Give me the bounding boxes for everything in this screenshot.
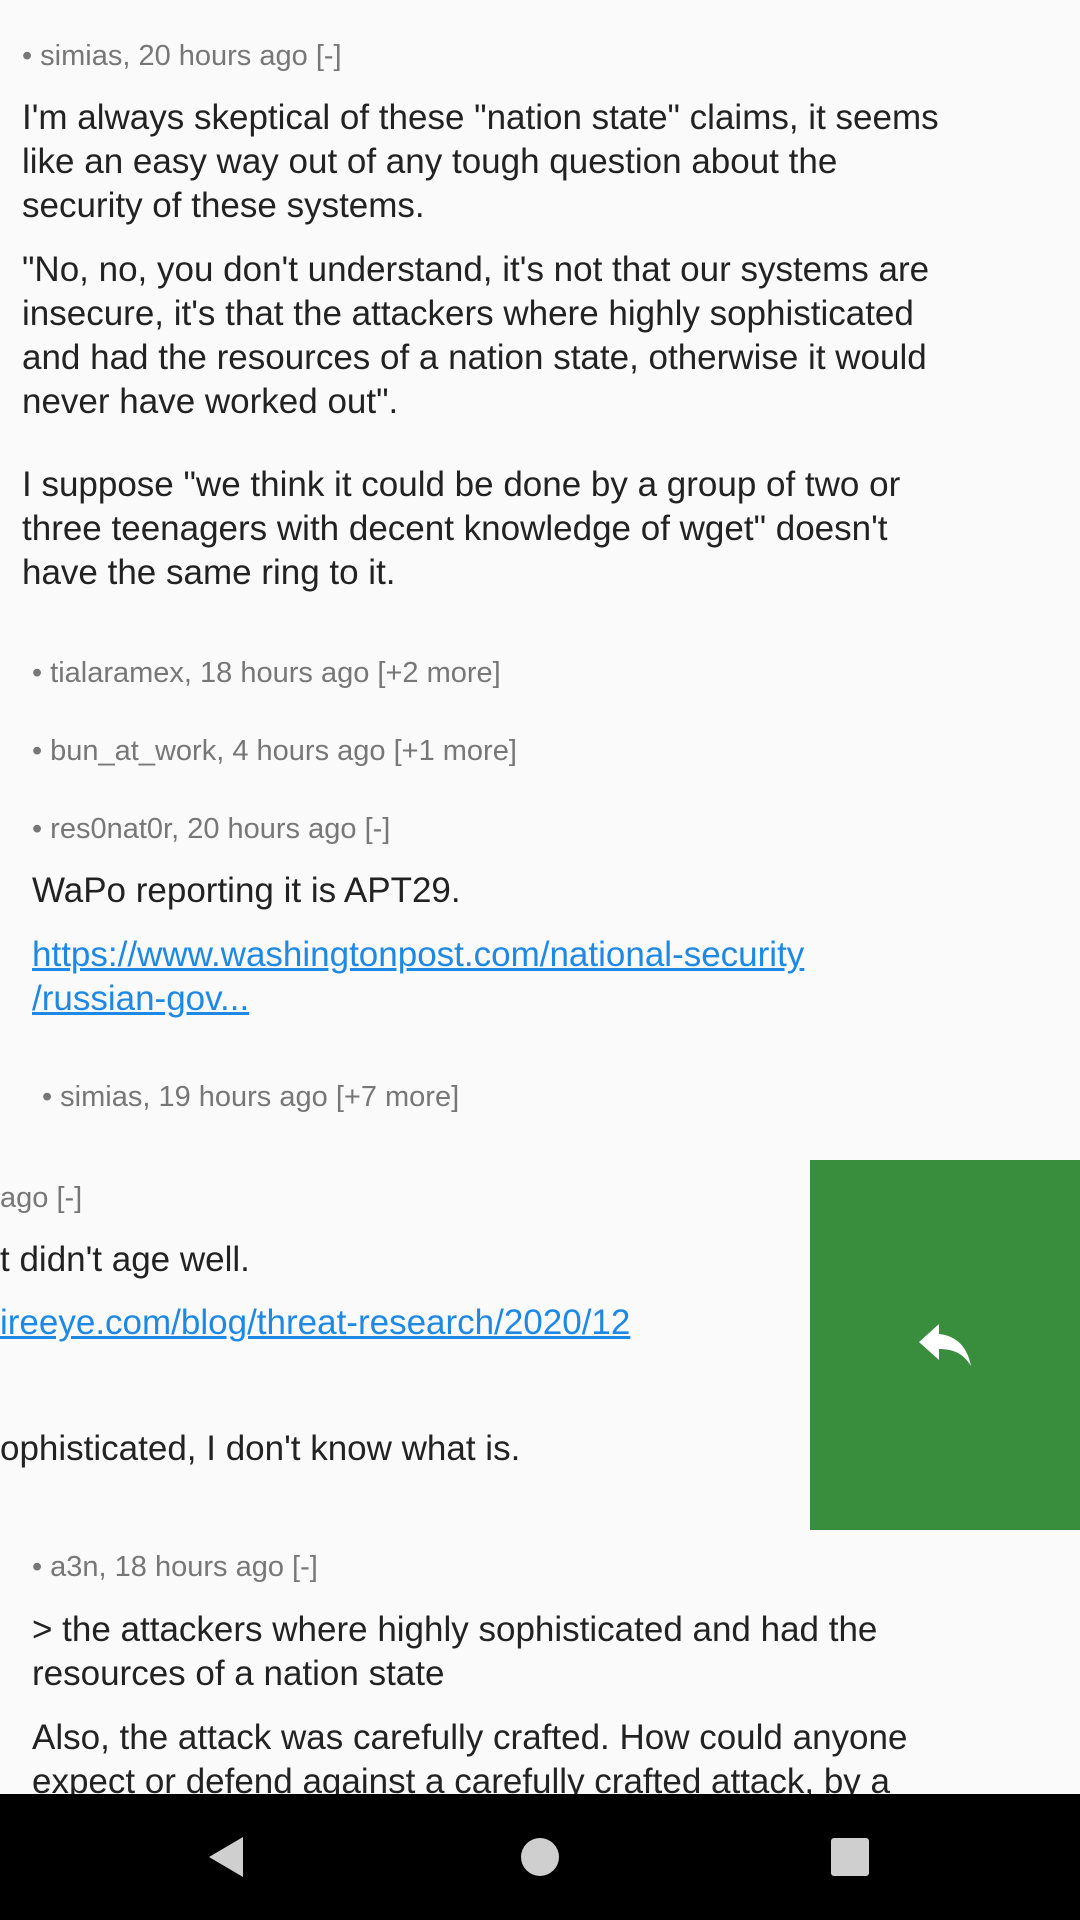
collapse-toggle[interactable]: [-] bbox=[316, 40, 342, 72]
comment-meta: ago [-] bbox=[0, 1182, 83, 1214]
back-icon bbox=[209, 1837, 243, 1877]
comment-meta[interactable]: • tialaramex, 18 hours ago [+2 more] bbox=[32, 657, 501, 690]
expand-toggle[interactable]: [+7 more] bbox=[336, 1081, 459, 1113]
text-line: expect or defend against a carefully cra… bbox=[32, 1762, 890, 1794]
comment-time: 4 hours ago bbox=[232, 735, 386, 767]
text-line: and had the resources of a nation state,… bbox=[22, 338, 927, 377]
system-navigation-bar bbox=[0, 1794, 1080, 1920]
text-line: three teenagers with decent knowledge of… bbox=[22, 509, 888, 548]
text-line: I'm always skeptical of these "nation st… bbox=[22, 98, 939, 137]
comment-time: 18 hours ago bbox=[114, 1551, 284, 1583]
comment-meta: • simias, 20 hours ago [-] bbox=[22, 40, 342, 73]
comment-author[interactable]: bun_at_work, bbox=[50, 735, 224, 767]
comment-time: 20 hours ago bbox=[187, 813, 357, 845]
comment-thread: • simias, 20 hours ago [-] I'm always ske… bbox=[0, 0, 1080, 1794]
comment-time: 18 hours ago bbox=[200, 657, 370, 689]
expand-toggle[interactable]: [+2 more] bbox=[377, 657, 500, 689]
text-line: resources of a nation state bbox=[32, 1654, 445, 1693]
expand-toggle[interactable]: [+1 more] bbox=[394, 735, 517, 767]
comment-paragraph: WaPo reporting it is APT29. bbox=[32, 871, 461, 910]
comment-meta: • a3n, 18 hours ago [-] bbox=[32, 1551, 318, 1584]
comment-paragraph: I'm always skeptical of these "nation st… bbox=[22, 96, 939, 228]
recents-button[interactable] bbox=[820, 1794, 880, 1920]
comment-time: 20 hours ago bbox=[138, 40, 308, 72]
comment-time: 19 hours ago bbox=[158, 1081, 328, 1113]
comment-link[interactable]: ireeye.com/blog/threat-research/2020/12 bbox=[0, 1301, 630, 1345]
home-icon bbox=[521, 1838, 559, 1876]
text-line: security of these systems. bbox=[22, 186, 425, 225]
comment-paragraph: "No, no, you don't understand, it's not … bbox=[22, 248, 929, 424]
reply-swipe-action[interactable] bbox=[810, 1160, 1080, 1530]
text-line: insecure, it's that the attackers where … bbox=[22, 294, 914, 333]
bullet: • bbox=[22, 40, 33, 72]
text-line: I suppose "we think it could be done by … bbox=[22, 465, 901, 504]
text-line: > the attackers where highly sophisticat… bbox=[32, 1610, 878, 1649]
collapse-toggle[interactable]: [-] bbox=[292, 1551, 318, 1583]
comment-paragraph: I suppose "we think it could be done by … bbox=[22, 463, 900, 595]
comment-author[interactable]: a3n, bbox=[50, 1551, 106, 1583]
home-button[interactable] bbox=[510, 1794, 570, 1920]
text-line: "No, no, you don't understand, it's not … bbox=[22, 250, 930, 289]
text-line: never have worked out". bbox=[22, 382, 399, 421]
recents-icon bbox=[831, 1838, 869, 1876]
text-line: Also, the attack was carefully crafted. … bbox=[32, 1718, 908, 1757]
comment-author[interactable]: simias, bbox=[40, 40, 130, 72]
reply-icon bbox=[919, 1324, 971, 1366]
comment-meta[interactable]: • simias, 19 hours ago [+7 more] bbox=[42, 1081, 459, 1114]
comment-meta: • res0nat0r, 20 hours ago [-] bbox=[32, 813, 390, 846]
comment-author[interactable]: res0nat0r, bbox=[50, 813, 179, 845]
back-button[interactable] bbox=[195, 1794, 255, 1920]
bullet: • bbox=[32, 735, 43, 767]
comment-paragraph: t didn't age well. bbox=[0, 1240, 250, 1279]
bullet: • bbox=[32, 657, 43, 689]
comment-paragraph: Also, the attack was carefully crafted. … bbox=[32, 1716, 907, 1794]
comment-meta[interactable]: • bun_at_work, 4 hours ago [+1 more] bbox=[32, 735, 517, 768]
comment-link[interactable]: https://www.washingtonpost.com/national-… bbox=[32, 933, 804, 1021]
comment-author[interactable]: simias, bbox=[60, 1081, 150, 1113]
text-line: have the same ring to it. bbox=[22, 553, 396, 592]
bullet: • bbox=[42, 1081, 53, 1113]
comment-paragraph: ophisticated, I don't know what is. bbox=[0, 1429, 521, 1468]
link-line[interactable]: https://www.washingtonpost.com/national-… bbox=[32, 935, 804, 974]
collapse-toggle[interactable]: [-] bbox=[365, 813, 391, 845]
bullet: • bbox=[32, 1551, 43, 1583]
bullet: • bbox=[32, 813, 43, 845]
text-line: like an easy way out of any tough questi… bbox=[22, 142, 838, 181]
comment-author[interactable]: tialaramex, bbox=[50, 657, 192, 689]
comment-paragraph: > the attackers where highly sophisticat… bbox=[32, 1608, 877, 1696]
link-line[interactable]: /russian-gov... bbox=[32, 979, 249, 1018]
